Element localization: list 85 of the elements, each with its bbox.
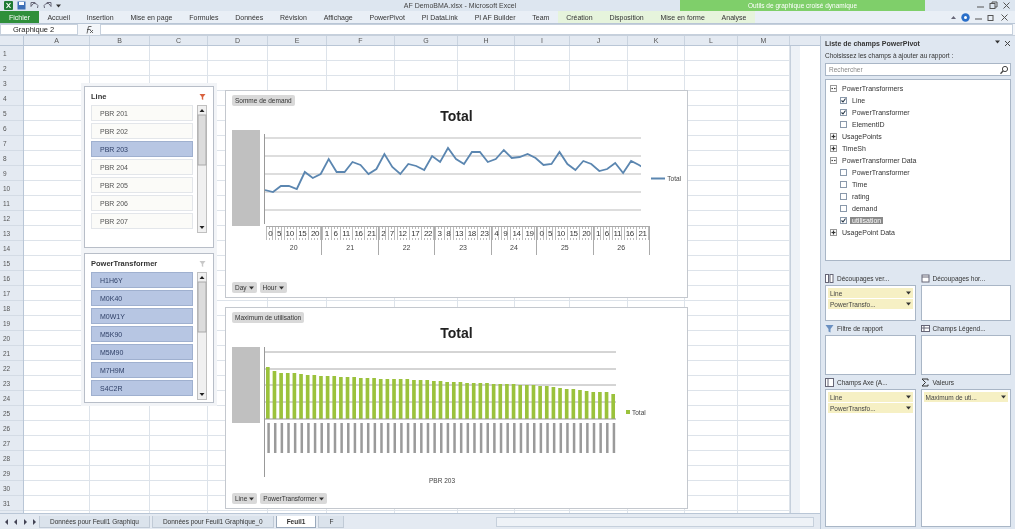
caret-icon[interactable]: [905, 291, 911, 295]
checkbox[interactable]: [840, 193, 847, 200]
checkbox[interactable]: [840, 205, 847, 212]
scrollbar[interactable]: [197, 105, 207, 233]
hour-label: 16: [354, 229, 363, 238]
hour-label: 10: [556, 229, 565, 238]
restore-icon[interactable]: [987, 12, 996, 22]
caret-icon[interactable]: [248, 285, 254, 290]
excel-logo-icon: [4, 1, 13, 10]
close-icon[interactable]: [1004, 39, 1011, 47]
hour-label: 2: [381, 229, 386, 238]
chart-title: Total: [439, 108, 474, 124]
pane-menu-icon[interactable]: [995, 39, 1000, 44]
caret-icon[interactable]: [318, 496, 324, 501]
hour-label: 12: [398, 229, 407, 238]
hour-label: 0: [539, 229, 544, 238]
hour-label: 4: [494, 229, 499, 238]
redo-icon[interactable]: [43, 1, 52, 10]
checkbox[interactable]: [840, 109, 847, 116]
hour-label: 10: [285, 229, 294, 238]
hour-label: 13: [454, 229, 464, 238]
collapse-icon[interactable]: [830, 85, 837, 92]
expand-icon[interactable]: [830, 229, 837, 236]
save-icon[interactable]: [17, 1, 26, 10]
checkbox[interactable]: [840, 121, 847, 128]
hour-label: 14: [512, 229, 521, 238]
legend-line-icon: [651, 176, 666, 180]
hour-label: 21: [367, 229, 376, 238]
hour-label: 1: [324, 229, 329, 238]
hour-label: 5: [548, 229, 553, 238]
hour-label: 20: [582, 229, 591, 238]
chart-title: Total: [439, 325, 474, 341]
scrollbar[interactable]: [197, 272, 207, 400]
collapse-icon[interactable]: [830, 157, 837, 164]
formula-input[interactable]: [100, 24, 1013, 35]
hour-label: 21: [638, 229, 647, 238]
hour-label: 20: [311, 229, 320, 238]
caret-icon[interactable]: [249, 496, 255, 501]
expand-icon[interactable]: [830, 133, 837, 140]
caret-up-icon[interactable]: [950, 13, 957, 21]
hour-label: 15: [569, 229, 578, 238]
hour-label: 19: [525, 229, 534, 238]
horizontal-scrollbar[interactable]: [496, 516, 814, 527]
table-icon: [920, 323, 930, 333]
caret-icon[interactable]: [905, 302, 911, 306]
checkbox[interactable]: [840, 97, 847, 104]
restore-icon[interactable]: [989, 1, 998, 10]
hour-label: 22: [423, 229, 432, 238]
caret-icon[interactable]: [905, 395, 911, 399]
hour-label: 7: [389, 229, 394, 238]
checkbox[interactable]: [840, 217, 847, 224]
undo-icon[interactable]: [30, 1, 39, 10]
hour-label: 6: [333, 229, 338, 238]
hour-label: 11: [342, 229, 350, 238]
caret-icon[interactable]: [278, 285, 284, 290]
sigma-icon: [920, 377, 930, 387]
hour-label: 9: [503, 229, 508, 238]
slicer-icon: [825, 273, 834, 283]
fx-icon[interactable]: [84, 25, 94, 34]
close-icon[interactable]: [1000, 12, 1009, 22]
hour-label: 11: [613, 229, 621, 238]
hour-label: 1: [595, 229, 600, 238]
hour-label: 18: [467, 229, 476, 238]
hour-label: 23: [480, 229, 489, 238]
help-icon[interactable]: [961, 12, 970, 22]
hour-label: 6: [604, 229, 609, 238]
legend-swatch-icon: [626, 410, 630, 414]
caret-icon[interactable]: [905, 406, 911, 410]
customize-caret-icon[interactable]: [56, 3, 61, 8]
filter-icon: [825, 323, 834, 333]
hour-label: 0: [268, 229, 273, 238]
hour-label: 17: [411, 229, 420, 238]
hour-label: 16: [625, 229, 634, 238]
close-icon[interactable]: [1002, 1, 1011, 10]
caret-icon[interactable]: [1001, 395, 1006, 399]
hour-label: 3: [437, 229, 442, 238]
hour-label: 8: [446, 229, 451, 238]
checkbox[interactable]: [840, 181, 847, 188]
hour-label: 5: [276, 229, 281, 238]
slicer-icon: [920, 273, 930, 283]
table-icon: [825, 377, 834, 387]
vertical-scrollbar[interactable]: [790, 46, 800, 513]
checkbox[interactable]: [840, 169, 847, 176]
expand-icon[interactable]: [830, 145, 837, 152]
hour-label: 15: [298, 229, 307, 238]
